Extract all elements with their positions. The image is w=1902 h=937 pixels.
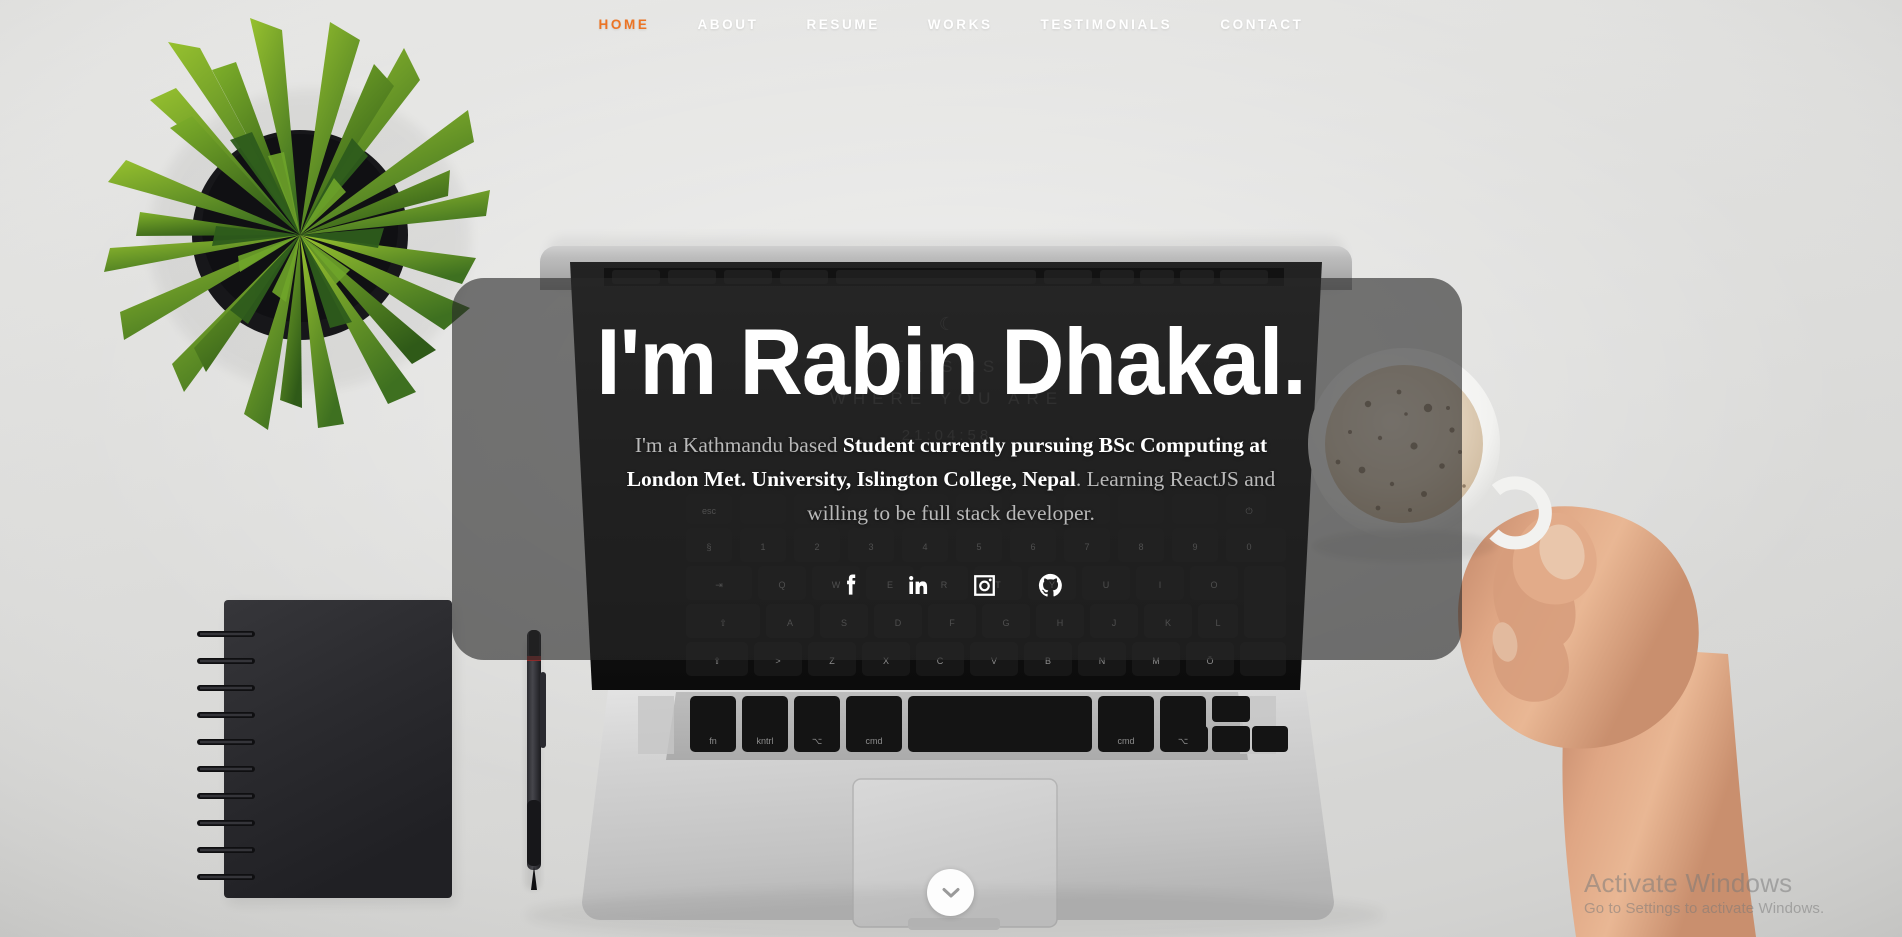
page-title: I'm Rabin Dhakal. <box>596 309 1306 414</box>
svg-text:cmd: cmd <box>1117 736 1134 746</box>
nav-item: TESTIMONIALS <box>1017 11 1197 38</box>
watermark-title: Activate Windows <box>1584 868 1793 898</box>
windows-activation-watermark: Activate Windows Go to Settings to activ… <box>1584 867 1854 919</box>
nav-item: WORKS <box>904 11 1017 38</box>
social-link-facebook[interactable] <box>835 568 869 602</box>
social-links <box>0 568 1902 602</box>
facebook-icon <box>841 572 863 598</box>
nav-item: RESUME <box>782 11 903 38</box>
social-link-instagram[interactable] <box>967 568 1001 602</box>
instagram-icon <box>972 573 997 598</box>
social-link-linkedin[interactable] <box>901 568 935 602</box>
nav-link-works[interactable]: WORKS <box>904 11 1017 38</box>
nav-item: HOME <box>575 11 674 38</box>
chevron-down-icon <box>941 886 961 900</box>
svg-text:⌥: ⌥ <box>1178 736 1188 746</box>
nav-link-about[interactable]: ABOUT <box>673 11 782 38</box>
scroll-down-button[interactable] <box>927 869 974 916</box>
svg-text:cmd: cmd <box>865 736 882 746</box>
main-navigation: HOME ABOUT RESUME WORKS TESTIMONIALS CONTACT <box>0 0 1902 49</box>
nav-list: HOME ABOUT RESUME WORKS TESTIMONIALS CONTACT <box>575 11 1328 38</box>
hero-subtitle-text: I'm a Kathmandu based <box>634 433 843 457</box>
notebook-photo <box>197 600 456 904</box>
nav-item: ABOUT <box>673 11 782 38</box>
watermark-subtitle: Go to Settings to activate Windows. <box>1584 900 1825 917</box>
hero-subtitle: I'm a Kathmandu based Student currently … <box>608 428 1294 530</box>
social-link-github[interactable] <box>1033 568 1067 602</box>
nav-link-resume[interactable]: RESUME <box>782 11 903 38</box>
linkedin-icon <box>906 573 930 597</box>
svg-text:⌥: ⌥ <box>812 736 822 746</box>
nav-link-contact[interactable]: CONTACT <box>1196 11 1327 38</box>
nav-link-testimonials[interactable]: TESTIMONIALS <box>1017 11 1197 38</box>
nav-link-home[interactable]: HOME <box>575 11 674 38</box>
nav-item: CONTACT <box>1196 11 1327 38</box>
svg-text:fn: fn <box>709 736 717 746</box>
svg-text:kntrl: kntrl <box>756 736 773 746</box>
github-icon <box>1038 573 1063 598</box>
